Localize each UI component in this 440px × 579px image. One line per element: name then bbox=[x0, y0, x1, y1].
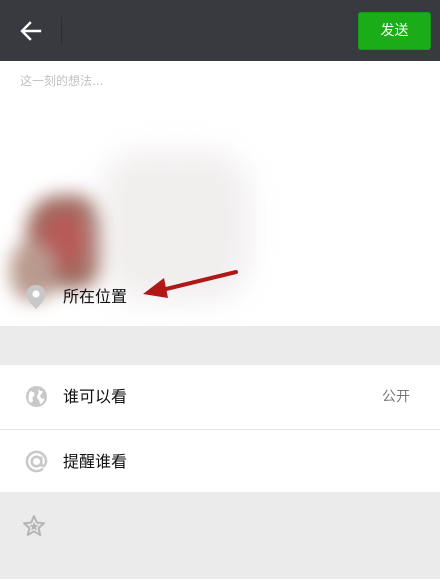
visibility-row[interactable]: 谁可以看 公开 bbox=[0, 365, 440, 430]
visibility-value: 公开 bbox=[382, 389, 410, 405]
back-button[interactable] bbox=[8, 8, 54, 54]
bottom-bar bbox=[0, 492, 440, 579]
divider bbox=[61, 17, 62, 45]
location-pin-icon bbox=[26, 285, 46, 309]
section-gap bbox=[0, 326, 440, 365]
visibility-label: 谁可以看 bbox=[63, 387, 128, 406]
top-bar: 发送 bbox=[0, 0, 440, 61]
location-label: 所在位置 bbox=[63, 287, 128, 306]
globe-icon bbox=[25, 385, 48, 408]
annotation-arrow-icon bbox=[143, 270, 238, 298]
mention-row[interactable]: 提醒谁看 bbox=[0, 430, 440, 493]
send-button[interactable]: 发送 bbox=[358, 12, 431, 50]
at-icon bbox=[25, 450, 48, 473]
arrow-left-icon bbox=[20, 21, 42, 41]
post-text-input[interactable] bbox=[20, 70, 420, 92]
settings-list: 谁可以看 公开 提醒谁看 bbox=[0, 365, 440, 492]
star-icon[interactable] bbox=[22, 514, 46, 538]
mention-label: 提醒谁看 bbox=[63, 452, 128, 471]
